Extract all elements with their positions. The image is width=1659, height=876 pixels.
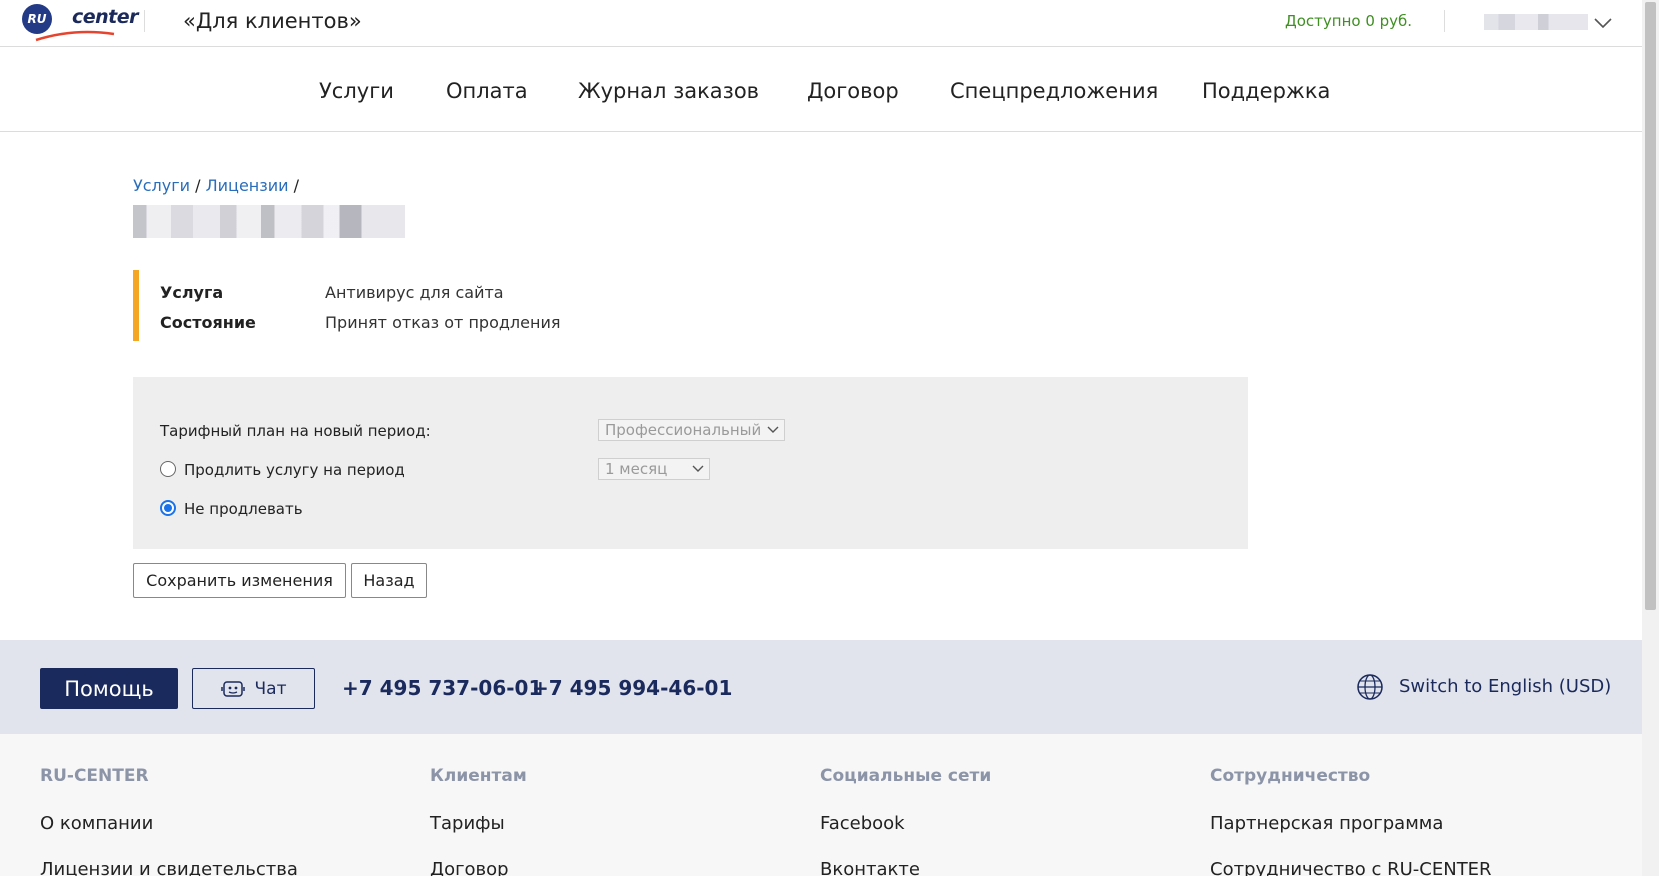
footer-column-title: Клиентам: [430, 766, 527, 786]
chevron-down-icon: [767, 426, 779, 433]
breadcrumb-licenses-link[interactable]: Лицензии: [206, 176, 289, 195]
logo-swoosh-icon: [35, 30, 115, 42]
footer-links: RU-CENTER О компании Лицензии и свидетел…: [0, 734, 1642, 876]
service-value: Антивирус для сайта: [325, 283, 504, 302]
footer-link-licenses[interactable]: Лицензии и свидетельства: [40, 859, 298, 876]
save-changes-button[interactable]: Сохранить изменения: [133, 563, 346, 598]
breadcrumb-separator: /: [195, 176, 201, 195]
phone-number-2[interactable]: +7 495 994-46-01: [532, 676, 732, 700]
footer-link-facebook[interactable]: Facebook: [820, 813, 905, 834]
status-label: Состояние: [160, 313, 256, 332]
logo-text: center: [72, 6, 139, 28]
main-nav: Услуги Оплата Журнал заказов Договор Спе…: [0, 47, 1642, 132]
nav-item-support[interactable]: Поддержка: [1202, 79, 1330, 103]
phone-number-1[interactable]: +7 495 737-06-01: [342, 676, 542, 700]
extend-label[interactable]: Продлить услугу на период: [184, 461, 405, 479]
footer-link-tariffs[interactable]: Тарифы: [430, 813, 505, 834]
site-title[interactable]: «Для клиентов»: [183, 9, 362, 33]
footer-link-contract[interactable]: Договор: [430, 859, 509, 876]
header-divider: [144, 10, 145, 32]
footer-link-about[interactable]: О компании: [40, 813, 153, 834]
nav-item-contract[interactable]: Договор: [807, 79, 899, 103]
scrollbar-thumb[interactable]: [1645, 2, 1656, 610]
nav-item-orders-log[interactable]: Журнал заказов: [578, 79, 759, 103]
nav-item-payment[interactable]: Оплата: [446, 79, 528, 103]
renewal-form-panel: Тарифный план на новый период: Профессио…: [133, 377, 1248, 549]
chat-button[interactable]: Чат: [192, 668, 315, 709]
ru-center-logo[interactable]: RU center: [22, 4, 139, 42]
help-button[interactable]: Помощь: [40, 668, 178, 709]
globe-icon[interactable]: [1356, 673, 1384, 701]
chat-bot-icon: [220, 680, 245, 697]
footer-link-vkontakte[interactable]: Вконтакте: [820, 859, 920, 876]
top-bar: RU center «Для клиентов» Доступно 0 руб.: [0, 0, 1642, 47]
chat-label: Чат: [254, 678, 287, 699]
plan-select-value: Профессиональный: [605, 421, 762, 439]
plan-label: Тарифный план на новый период:: [160, 422, 431, 440]
status-value: Принят отказ от продления: [325, 313, 561, 332]
footer-column-title: RU-CENTER: [40, 766, 149, 786]
page-title-redacted: [133, 205, 405, 238]
period-select[interactable]: 1 месяц: [598, 458, 710, 480]
plan-select[interactable]: Профессиональный: [598, 419, 785, 441]
footer-contact-bar: Помощь Чат +7 495 737-06-01 +7 495 994-4…: [0, 640, 1642, 734]
header-divider: [1444, 10, 1445, 32]
user-name-redacted[interactable]: [1484, 14, 1588, 30]
back-button[interactable]: Назад: [351, 563, 427, 598]
footer-column-title: Социальные сети: [820, 766, 992, 786]
nav-item-services[interactable]: Услуги: [319, 79, 394, 103]
breadcrumb-separator: /: [293, 176, 300, 195]
page-scrollbar[interactable]: [1642, 0, 1659, 876]
chevron-down-icon[interactable]: [1593, 13, 1613, 33]
footer-link-partner-program[interactable]: Партнерская программа: [1210, 813, 1443, 834]
chevron-down-icon: [692, 465, 704, 472]
service-info: Услуга Антивирус для сайта Состояние При…: [133, 270, 733, 341]
footer-link-cooperation[interactable]: Сотрудничество с RU-CENTER: [1210, 859, 1492, 876]
balance-indicator[interactable]: Доступно 0 руб.: [1285, 12, 1412, 30]
breadcrumb: Услуги / Лицензии /: [133, 176, 299, 195]
service-label: Услуга: [160, 283, 224, 302]
no-extend-radio[interactable]: [160, 500, 176, 516]
no-extend-label[interactable]: Не продлевать: [184, 500, 303, 518]
nav-item-special-offers[interactable]: Спецпредложения: [950, 79, 1158, 103]
period-select-value: 1 месяц: [605, 460, 668, 478]
footer-column-title: Сотрудничество: [1210, 766, 1371, 786]
extend-radio[interactable]: [160, 461, 176, 477]
switch-language-link[interactable]: Switch to English (USD): [1399, 676, 1611, 697]
breadcrumb-services-link[interactable]: Услуги: [133, 176, 190, 195]
